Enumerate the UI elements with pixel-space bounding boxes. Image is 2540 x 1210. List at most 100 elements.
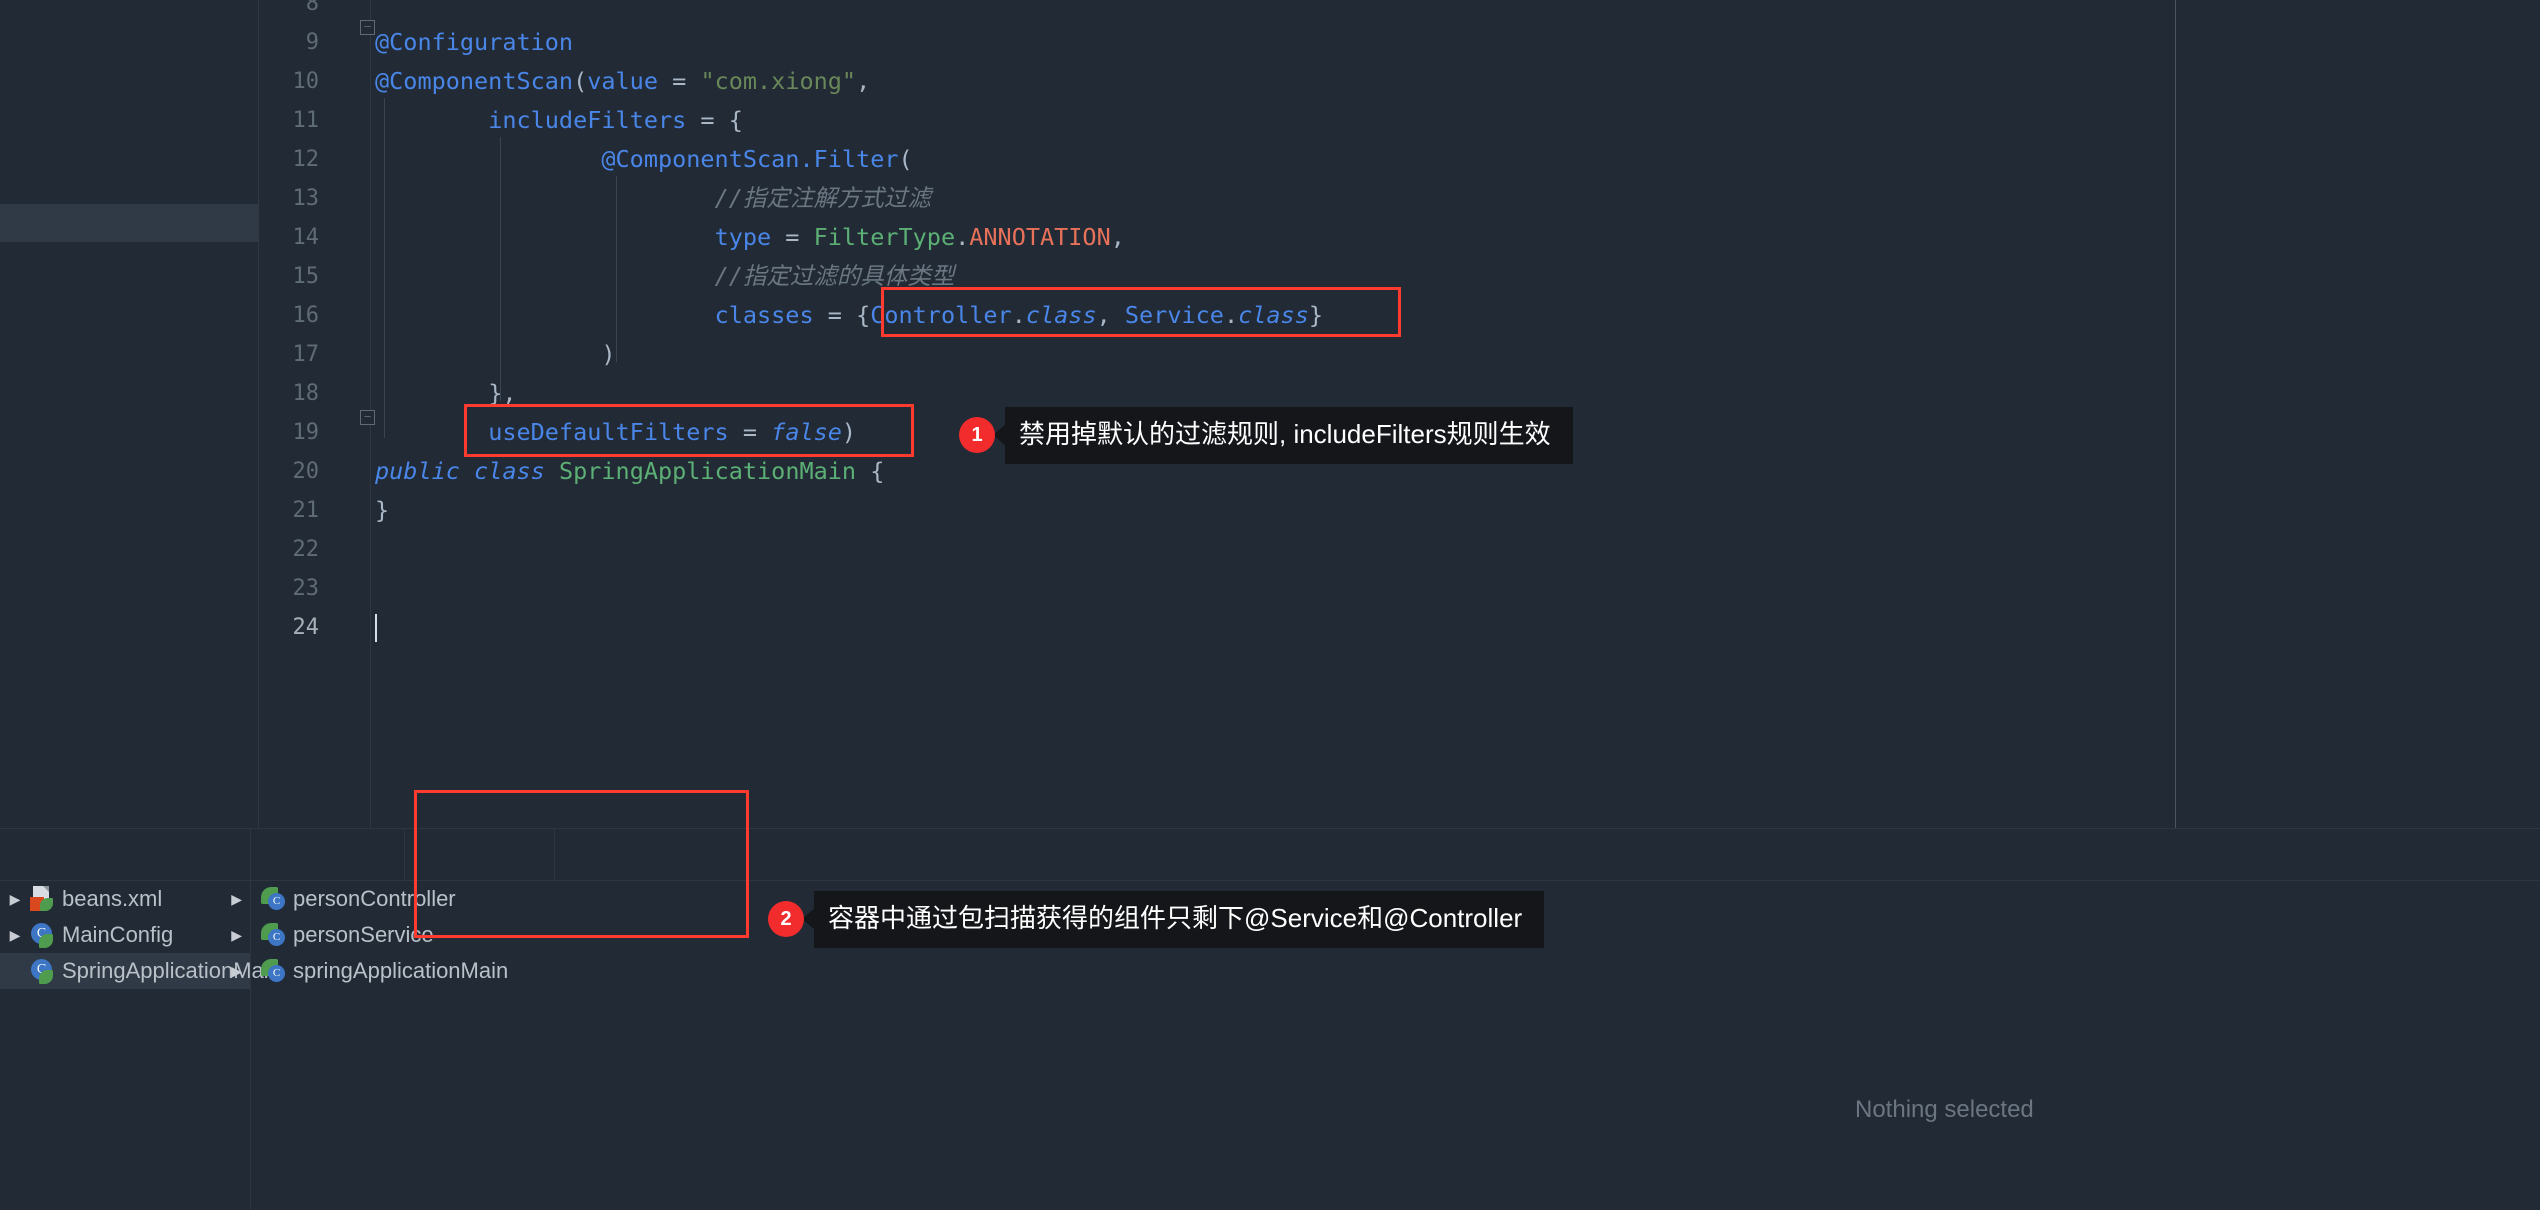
project-strip-highlight xyxy=(0,204,259,242)
code-token: FilterType xyxy=(814,223,955,251)
code-token: //指定过滤的具体类型 xyxy=(715,262,955,290)
code-token: public xyxy=(375,457,460,485)
chevron-right-icon[interactable]: ▶ xyxy=(231,891,242,908)
chevron-right-icon[interactable]: ▶ xyxy=(231,963,242,980)
line-number-24: 24 xyxy=(267,608,319,647)
code-line-16[interactable]: classes = {Controller.class, Service.cla… xyxy=(371,296,2540,335)
expand-arrow-icon[interactable]: ▶ xyxy=(0,891,30,908)
code-token: class xyxy=(474,457,545,485)
code-token: @Configuration xyxy=(375,28,573,56)
line-number-9: 9 xyxy=(267,23,319,62)
code-line-9[interactable]: @Configuration xyxy=(371,23,2540,62)
tree-row[interactable]: ▶CMainConfig▶ xyxy=(0,917,250,953)
tree-row[interactable]: CpersonService xyxy=(261,917,581,953)
code-token: Controller xyxy=(870,301,1011,329)
header-column-separator xyxy=(554,829,555,881)
beans-panel-header xyxy=(0,829,2540,881)
code-token: SpringApplicationMain xyxy=(559,457,856,485)
callout-1-badge: 1 xyxy=(959,417,995,453)
code-token: @ComponentScan xyxy=(375,67,573,95)
code-token xyxy=(375,262,715,290)
line-number-11: 11 xyxy=(267,101,319,140)
line-number-8: 8 xyxy=(267,0,319,23)
line-number-12: 12 xyxy=(267,140,319,179)
line-number-10: 10 xyxy=(267,62,319,101)
tree-row-label: MainConfig xyxy=(62,922,183,948)
header-column-separator xyxy=(250,829,251,881)
code-token: ) xyxy=(842,418,856,446)
tree-row-label: personController xyxy=(293,886,466,912)
indent-guide xyxy=(616,176,617,362)
code-token xyxy=(460,457,474,485)
line-number-14: 14 xyxy=(267,218,319,257)
code-token xyxy=(375,145,601,173)
code-line-10[interactable]: @ComponentScan(value = "com.xiong", xyxy=(371,62,2540,101)
code-token: . xyxy=(955,223,969,251)
code-token: ( xyxy=(573,67,587,95)
project-tool-strip[interactable] xyxy=(0,0,259,828)
code-line-12[interactable]: @ComponentScan.Filter( xyxy=(371,140,2540,179)
line-number-17: 17 xyxy=(267,335,319,374)
callout-2-badge: 2 xyxy=(768,901,804,937)
code-editor[interactable]: 891011121314151617181920C21222324 @Confi… xyxy=(0,0,2540,828)
code-token: } xyxy=(1309,301,1323,329)
tree-row[interactable]: CSpringApplicationMain▶ xyxy=(0,953,250,989)
code-token xyxy=(375,379,488,407)
tree-row[interactable]: CspringApplicationMain xyxy=(261,953,581,989)
tree-row[interactable]: ▶beans.xml▶ xyxy=(0,881,250,917)
spring-beans-panel[interactable]: ▶beans.xml▶▶CMainConfig▶CSpringApplicati… xyxy=(0,828,2540,1209)
fold-marker-icon[interactable]: − xyxy=(360,20,375,35)
code-token: false xyxy=(771,418,842,446)
beans-tree-column-beans[interactable]: CpersonControllerCpersonServiceCspringAp… xyxy=(251,881,411,1210)
expand-arrow-icon[interactable]: ▶ xyxy=(0,927,30,944)
line-number-21: 21 xyxy=(267,491,319,530)
chevron-right-icon[interactable]: ▶ xyxy=(231,927,242,944)
code-token: = { xyxy=(686,106,743,134)
code-token xyxy=(375,418,488,446)
code-line-17[interactable]: ) xyxy=(371,335,2540,374)
code-token: class xyxy=(1026,301,1097,329)
code-line-13[interactable]: //指定注解方式过滤 xyxy=(371,179,2540,218)
code-line-8[interactable] xyxy=(371,0,2540,23)
code-line-23[interactable] xyxy=(371,569,2540,608)
code-line-11[interactable]: includeFilters = { xyxy=(371,101,2540,140)
line-number-20: 20 xyxy=(267,452,319,491)
code-token: useDefaultFilters xyxy=(488,418,729,446)
code-token xyxy=(375,106,488,134)
code-token: ) xyxy=(601,340,615,368)
code-token: @ComponentScan.Filter xyxy=(601,145,898,173)
fold-marker-icon[interactable]: − xyxy=(360,410,375,425)
spring-bean-icon: C xyxy=(261,886,287,912)
line-number-18: 18 xyxy=(267,374,319,413)
code-token: { xyxy=(856,457,884,485)
editor-gutter[interactable]: 891011121314151617181920C21222324 xyxy=(259,0,371,828)
code-line-15[interactable]: //指定过滤的具体类型 xyxy=(371,257,2540,296)
code-token: "com.xiong" xyxy=(700,67,856,95)
spring-bean-icon: C xyxy=(261,922,287,948)
code-token: type xyxy=(715,223,772,251)
xml-bean-icon xyxy=(30,886,56,912)
line-number-22: 22 xyxy=(267,530,319,569)
code-line-21[interactable]: } xyxy=(371,491,2540,530)
code-token xyxy=(375,340,601,368)
code-line-22[interactable] xyxy=(371,530,2540,569)
code-token: . xyxy=(1224,301,1238,329)
tree-row[interactable]: CpersonController xyxy=(261,881,581,917)
line-number-15: 15 xyxy=(267,257,319,296)
code-token: , xyxy=(856,67,870,95)
code-line-14[interactable]: type = FilterType.ANNOTATION, xyxy=(371,218,2540,257)
code-token: } xyxy=(375,496,389,524)
spring-bean-icon: C xyxy=(261,958,287,984)
code-token: //指定注解方式过滤 xyxy=(715,184,931,212)
code-token: . xyxy=(1012,301,1026,329)
header-column-separator xyxy=(404,829,405,881)
code-token xyxy=(375,301,715,329)
line-number-13: 13 xyxy=(267,179,319,218)
beans-tree-column-configs[interactable]: ▶beans.xml▶▶CMainConfig▶CSpringApplicati… xyxy=(0,881,250,1210)
class-bean-icon: C xyxy=(30,922,56,948)
code-token: class xyxy=(1238,301,1309,329)
editor-right-separator xyxy=(2175,0,2176,828)
code-line-24[interactable] xyxy=(371,608,2540,647)
empty-state-label: Nothing selected xyxy=(1855,1096,2034,1124)
code-token: ( xyxy=(899,145,913,173)
